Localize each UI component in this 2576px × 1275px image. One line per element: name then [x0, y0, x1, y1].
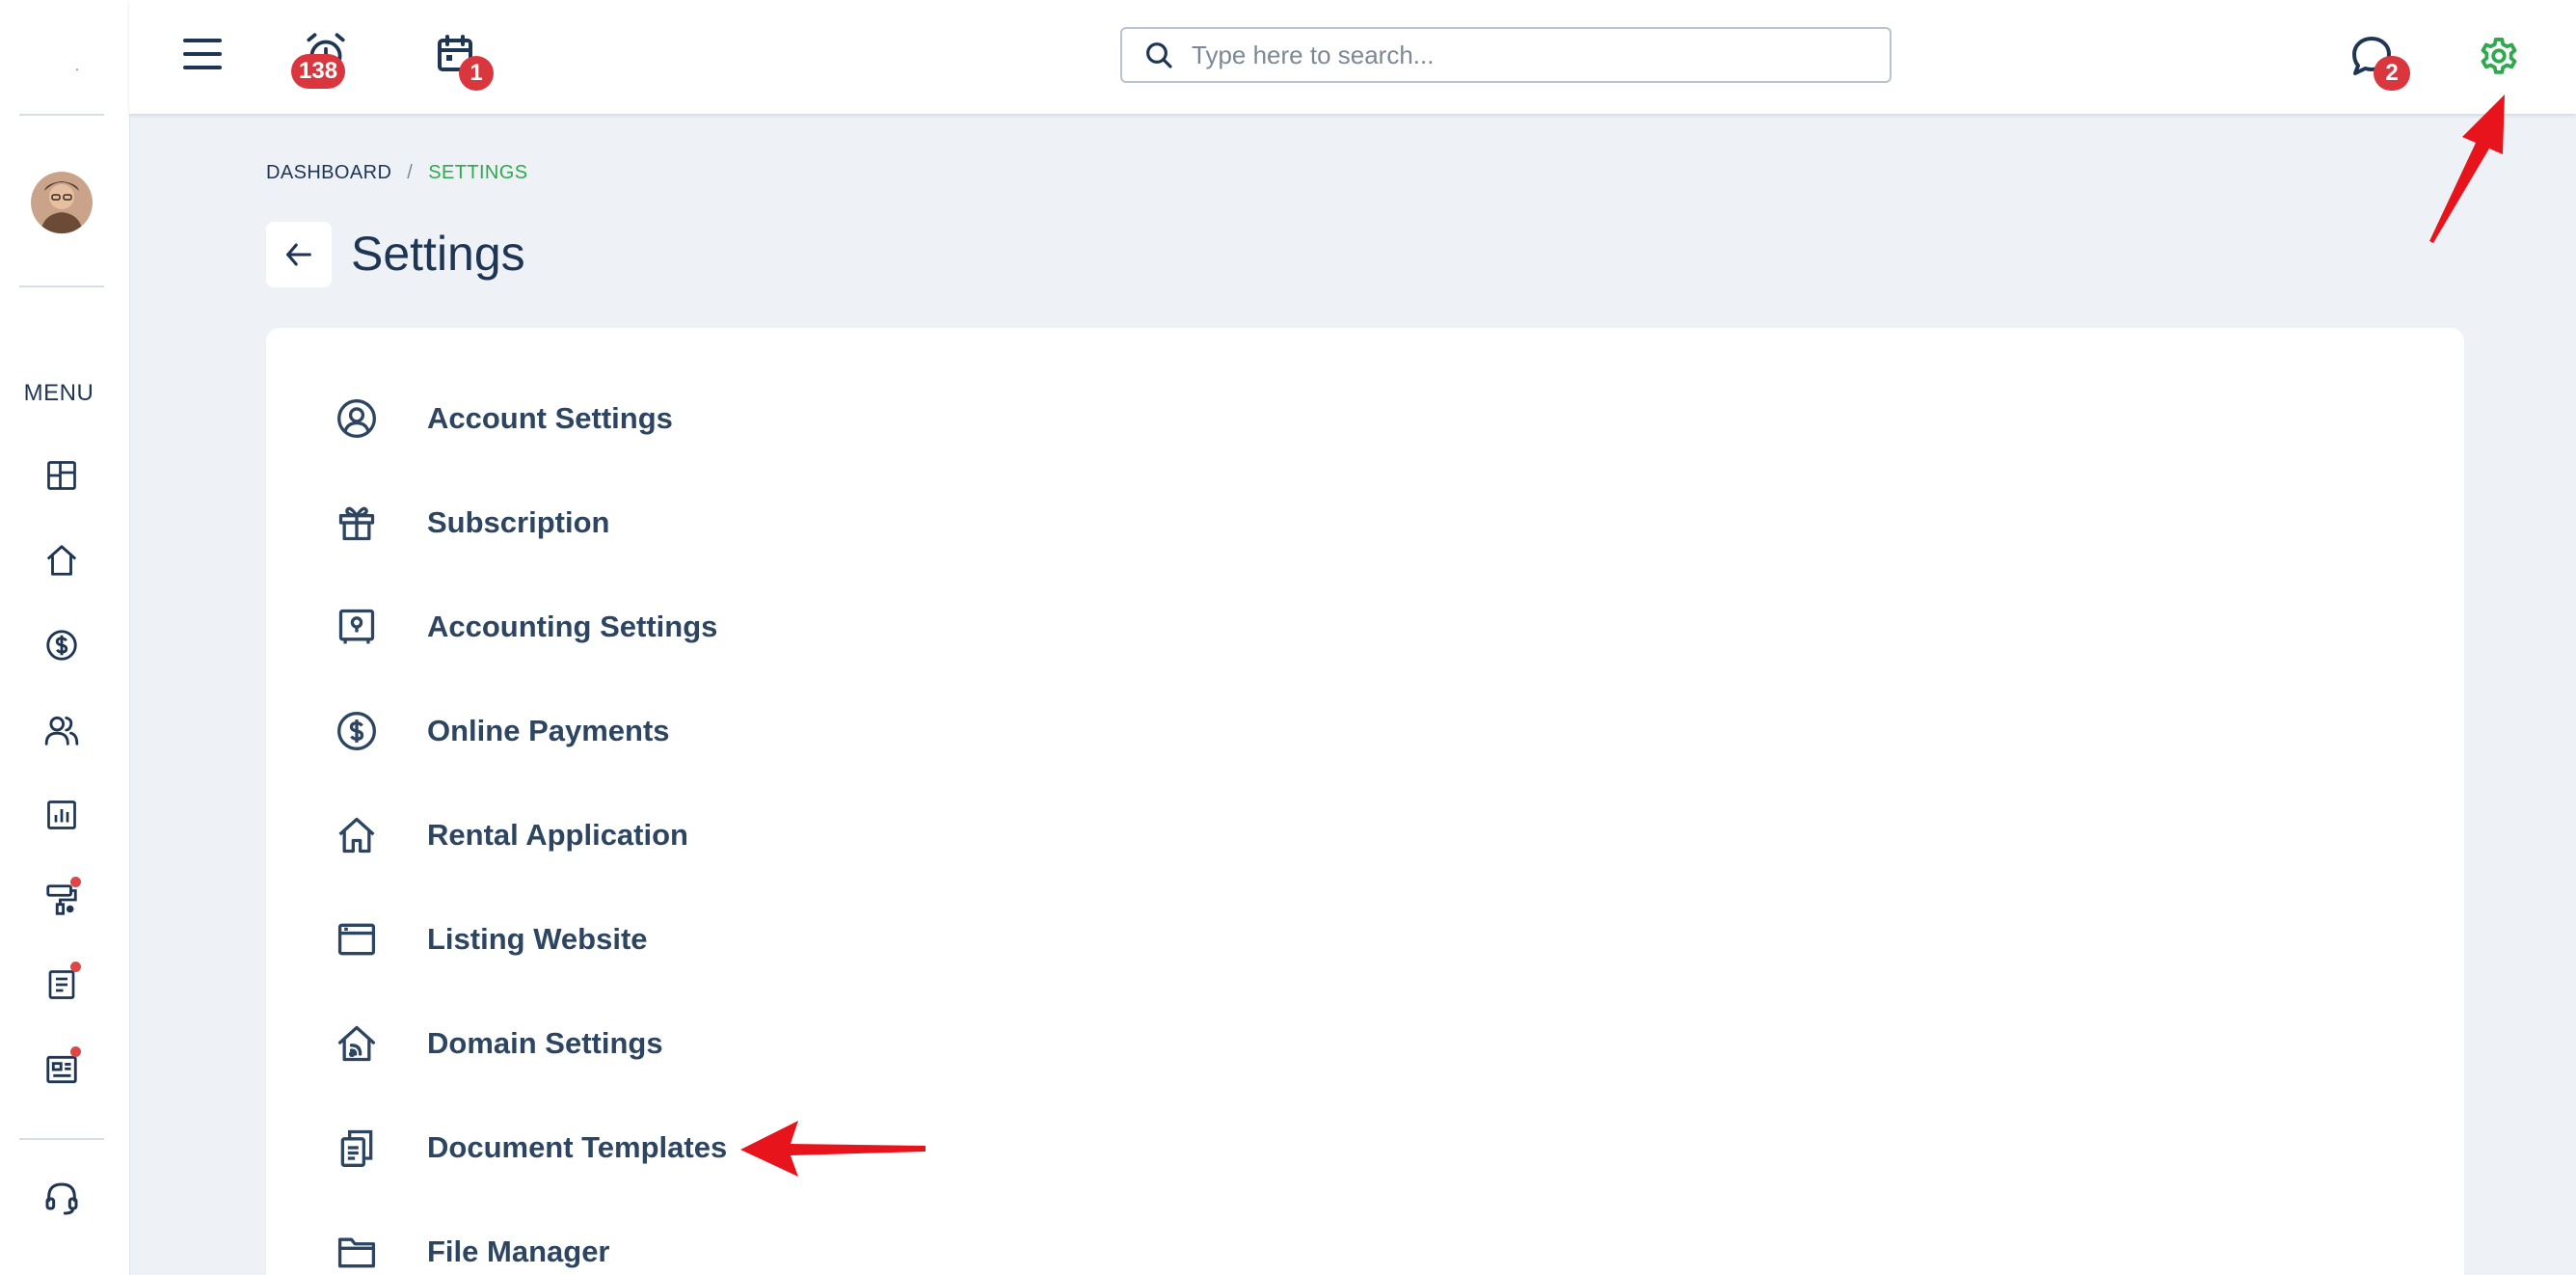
sidebar-item-properties[interactable] — [39, 537, 85, 583]
logo[interactable]: . — [75, 58, 79, 73]
calendar-badge: 1 — [459, 56, 494, 91]
dollar-circle-icon — [334, 708, 380, 754]
house-signal-icon — [334, 1020, 380, 1067]
setting-online-payments[interactable]: Online Payments — [334, 700, 670, 762]
alarm-badge: 138 — [291, 54, 346, 89]
sidebar-item-maintenance[interactable] — [39, 877, 85, 923]
sidebar-divider — [19, 1138, 104, 1140]
folder-icon — [334, 1229, 380, 1275]
sidebar-divider — [19, 114, 104, 116]
setting-label: Document Templates — [427, 1130, 728, 1164]
setting-label: Listing Website — [427, 922, 648, 956]
setting-rental-application[interactable]: Rental Application — [334, 804, 688, 866]
breadcrumb: DASHBOARD / SETTINGS — [266, 162, 527, 184]
reports-icon — [47, 800, 76, 829]
sidebar-item-dashboard[interactable] — [39, 452, 85, 499]
setting-accounting-settings[interactable]: Accounting Settings — [334, 596, 717, 658]
setting-account-settings[interactable]: Account Settings — [334, 388, 673, 449]
document-icon — [48, 970, 75, 999]
breadcrumb-separator: / — [407, 162, 414, 183]
home-icon — [46, 545, 77, 576]
setting-domain-settings[interactable]: Domain Settings — [334, 1013, 663, 1074]
setting-subscription[interactable]: Subscription — [334, 492, 609, 554]
messages-badge: 2 — [2374, 56, 2410, 91]
notification-dot — [70, 962, 81, 972]
top-bar: 138 1 2 — [129, 0, 2576, 114]
dollar-icon — [46, 630, 77, 661]
setting-listing-website[interactable]: Listing Website — [334, 909, 648, 970]
sidebar-item-leases[interactable] — [39, 962, 85, 1008]
house-icon — [334, 812, 380, 858]
search-icon — [1146, 42, 1172, 68]
breadcrumb-dashboard-link[interactable]: DASHBOARD — [266, 162, 391, 184]
calendar-button[interactable]: 1 — [430, 27, 494, 91]
hamburger-icon — [183, 39, 222, 69]
breadcrumb-current: SETTINGS — [428, 162, 528, 183]
arrow-left-icon — [286, 243, 311, 266]
setting-label: Online Payments — [427, 714, 670, 747]
safe-icon — [334, 604, 380, 650]
copy-documents-icon — [334, 1125, 380, 1171]
sidebar-item-people[interactable] — [39, 707, 85, 753]
browser-window-icon — [334, 916, 380, 963]
setting-label: Account Settings — [427, 401, 673, 435]
sidebar-item-reports[interactable] — [39, 792, 85, 838]
setting-document-templates[interactable]: Document Templates — [334, 1117, 727, 1179]
alarms-button[interactable]: 138 — [291, 27, 353, 89]
sidebar-item-accounting[interactable] — [39, 622, 85, 668]
setting-label: Subscription — [427, 505, 610, 539]
user-circle-icon — [334, 395, 380, 442]
setting-label: Rental Application — [427, 818, 688, 852]
sidebar: . MENU — [0, 0, 129, 1275]
hamburger-menu-button[interactable] — [177, 29, 228, 79]
setting-label: Domain Settings — [427, 1026, 663, 1060]
headset-icon — [45, 1182, 78, 1215]
dashboard-icon — [47, 461, 76, 490]
notification-dot — [70, 1046, 81, 1057]
notification-dot — [70, 877, 81, 887]
sidebar-item-support[interactable] — [39, 1176, 85, 1222]
users-icon — [44, 716, 79, 746]
sidebar-item-listings[interactable] — [39, 1046, 85, 1093]
settings-button[interactable] — [2472, 29, 2526, 83]
setting-label: Accounting Settings — [427, 610, 718, 643]
gift-icon — [334, 500, 380, 546]
setting-file-manager[interactable]: File Manager — [334, 1221, 610, 1275]
menu-label: MENU — [23, 380, 94, 406]
search-bar[interactable] — [1120, 27, 1892, 83]
setting-label: File Manager — [427, 1234, 610, 1268]
avatar[interactable] — [31, 172, 93, 233]
settings-panel: Account Settings Subscription Accounting… — [266, 328, 2464, 1275]
page-title: Settings — [351, 227, 525, 281]
messages-button[interactable]: 2 — [2345, 29, 2410, 91]
search-input[interactable] — [1192, 40, 1847, 70]
sidebar-divider — [19, 285, 104, 287]
gear-icon — [2481, 38, 2517, 74]
back-button[interactable] — [266, 222, 332, 287]
